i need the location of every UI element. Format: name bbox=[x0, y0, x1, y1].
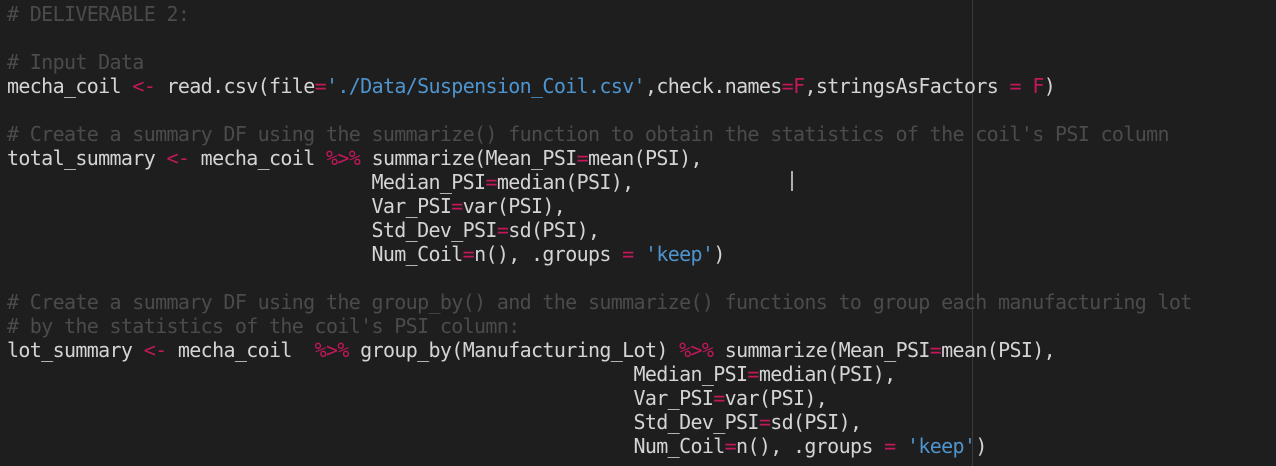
code-token-plain: mecha_coil bbox=[166, 338, 315, 362]
code-token-plain: mean(PSI), bbox=[588, 146, 703, 170]
code-token-bool: F bbox=[1032, 74, 1044, 98]
code-token-op: = bbox=[496, 218, 509, 242]
code-token-plain: summarize(Mean_PSI bbox=[713, 338, 931, 362]
code-editor[interactable]: # DELIVERABLE 2: # Input Data mecha_coil … bbox=[0, 0, 1276, 466]
code-token-plain: n(), .groups bbox=[736, 434, 885, 458]
code-token-plain: Num_Coil bbox=[7, 434, 726, 458]
code-line[interactable]: mecha_coil <- read.csv(file='./Data/Susp… bbox=[7, 74, 1192, 98]
code-line[interactable]: # Input Data bbox=[7, 50, 1192, 74]
code-line[interactable]: Var_PSI=var(PSI), bbox=[7, 194, 1192, 218]
code-token-plain: total_summary bbox=[7, 146, 167, 170]
code-area[interactable]: # DELIVERABLE 2: # Input Data mecha_coil … bbox=[7, 2, 1192, 458]
code-line[interactable]: lot_summary <- mecha_coil %>% group_by(M… bbox=[7, 338, 1192, 362]
code-line[interactable]: # Create a summary DF using the group_by… bbox=[7, 290, 1192, 314]
code-line[interactable] bbox=[7, 266, 1192, 290]
code-token-comment: # Input Data bbox=[7, 50, 144, 74]
code-line[interactable]: total_summary <- mecha_coil %>% summariz… bbox=[7, 146, 1192, 170]
code-token-plain: ,check.names bbox=[644, 74, 782, 98]
code-token-plain: mean(PSI), bbox=[941, 338, 1056, 362]
code-token-op: = bbox=[314, 74, 327, 98]
code-token-op: = bbox=[622, 242, 634, 266]
code-token-plain: Var_PSI bbox=[7, 386, 714, 410]
code-token-op: <- bbox=[166, 146, 190, 170]
code-token-op: %>% bbox=[679, 338, 714, 362]
code-token-plain: ,stringsAsFactors bbox=[804, 74, 1010, 98]
code-token-str: './Data/Suspension_Coil.csv' bbox=[326, 74, 646, 98]
code-token-op: = bbox=[576, 146, 589, 170]
code-line[interactable]: Var_PSI=var(PSI), bbox=[7, 386, 1192, 410]
code-line[interactable]: Median_PSI=median(PSI), bbox=[7, 362, 1192, 386]
code-token-plain: ) bbox=[713, 242, 725, 266]
code-token-plain: sd(PSI), bbox=[770, 410, 862, 434]
code-token-op: = bbox=[462, 242, 475, 266]
code-line[interactable]: # DELIVERABLE 2: bbox=[7, 2, 1192, 26]
code-token-plain: ) bbox=[1043, 74, 1056, 98]
code-token-comment: # by the statistics of the coil's PSI co… bbox=[7, 314, 520, 338]
code-token-plain: Median_PSI bbox=[7, 362, 749, 386]
code-token-op: = bbox=[1009, 74, 1022, 98]
code-token-plain: Std_Dev_PSI bbox=[7, 218, 498, 242]
code-token-plain: sd(PSI), bbox=[508, 218, 600, 242]
code-line[interactable]: Median_PSI=median(PSI), bbox=[7, 170, 1192, 194]
code-token-plain: ) bbox=[975, 434, 987, 458]
code-token-plain: summarize(Mean_PSI bbox=[360, 146, 578, 170]
code-token-plain: Std_Dev_PSI bbox=[7, 410, 760, 434]
code-token-op: = bbox=[713, 386, 725, 410]
code-line[interactable] bbox=[7, 26, 1192, 50]
code-token-plain: group_by(Manufacturing_Lot) bbox=[348, 338, 680, 362]
code-token-op: <- bbox=[143, 338, 167, 362]
code-token-comment: # Create a summary DF using the summariz… bbox=[7, 122, 1170, 146]
code-token-plain: Median_PSI bbox=[7, 170, 487, 194]
code-token-comment: # Create a summary DF using the group_by… bbox=[7, 290, 1192, 314]
code-line[interactable]: Num_Coil=n(), .groups = 'keep') bbox=[7, 434, 1192, 458]
text-cursor bbox=[791, 171, 793, 191]
code-token-plain: Var_PSI bbox=[7, 194, 452, 218]
code-token-plain: median(PSI), bbox=[496, 170, 634, 194]
code-token-op: = bbox=[451, 194, 463, 218]
code-token-plain: mecha_coil bbox=[189, 146, 326, 170]
code-line[interactable]: Std_Dev_PSI=sd(PSI), bbox=[7, 218, 1192, 242]
code-line[interactable] bbox=[7, 98, 1192, 122]
code-line[interactable]: Num_Coil=n(), .groups = 'keep') bbox=[7, 242, 1192, 266]
code-token-plain: read.csv(file bbox=[155, 74, 316, 98]
code-token-plain: Num_Coil bbox=[7, 242, 464, 266]
code-line[interactable]: # Create a summary DF using the summariz… bbox=[7, 122, 1192, 146]
code-token-plain: mecha_coil bbox=[7, 74, 133, 98]
code-token-op: <- bbox=[132, 74, 156, 98]
code-token-op: = bbox=[485, 170, 497, 194]
code-line[interactable]: # by the statistics of the coil's PSI co… bbox=[7, 314, 1192, 338]
code-token-op: = bbox=[781, 74, 794, 98]
code-token-plain: var(PSI), bbox=[724, 386, 828, 410]
code-token-op: = bbox=[929, 338, 942, 362]
code-token-str: 'keep' bbox=[906, 434, 976, 458]
code-token-op: = bbox=[747, 362, 759, 386]
code-token-plain: lot_summary bbox=[7, 338, 144, 362]
code-token-plain: var(PSI), bbox=[462, 194, 566, 218]
code-token-plain: n(), .groups bbox=[474, 242, 623, 266]
code-token-comment: # DELIVERABLE 2: bbox=[7, 2, 190, 26]
code-token-bool: F bbox=[793, 74, 805, 98]
code-token-op: %>% bbox=[325, 146, 361, 170]
code-line[interactable]: Std_Dev_PSI=sd(PSI), bbox=[7, 410, 1192, 434]
code-token-str: 'keep' bbox=[644, 242, 714, 266]
code-token-plain: median(PSI), bbox=[758, 362, 896, 386]
code-token-op: = bbox=[724, 434, 737, 458]
code-token-op: = bbox=[758, 410, 771, 434]
code-token-op: = bbox=[884, 434, 896, 458]
code-token-op: %>% bbox=[314, 338, 350, 362]
